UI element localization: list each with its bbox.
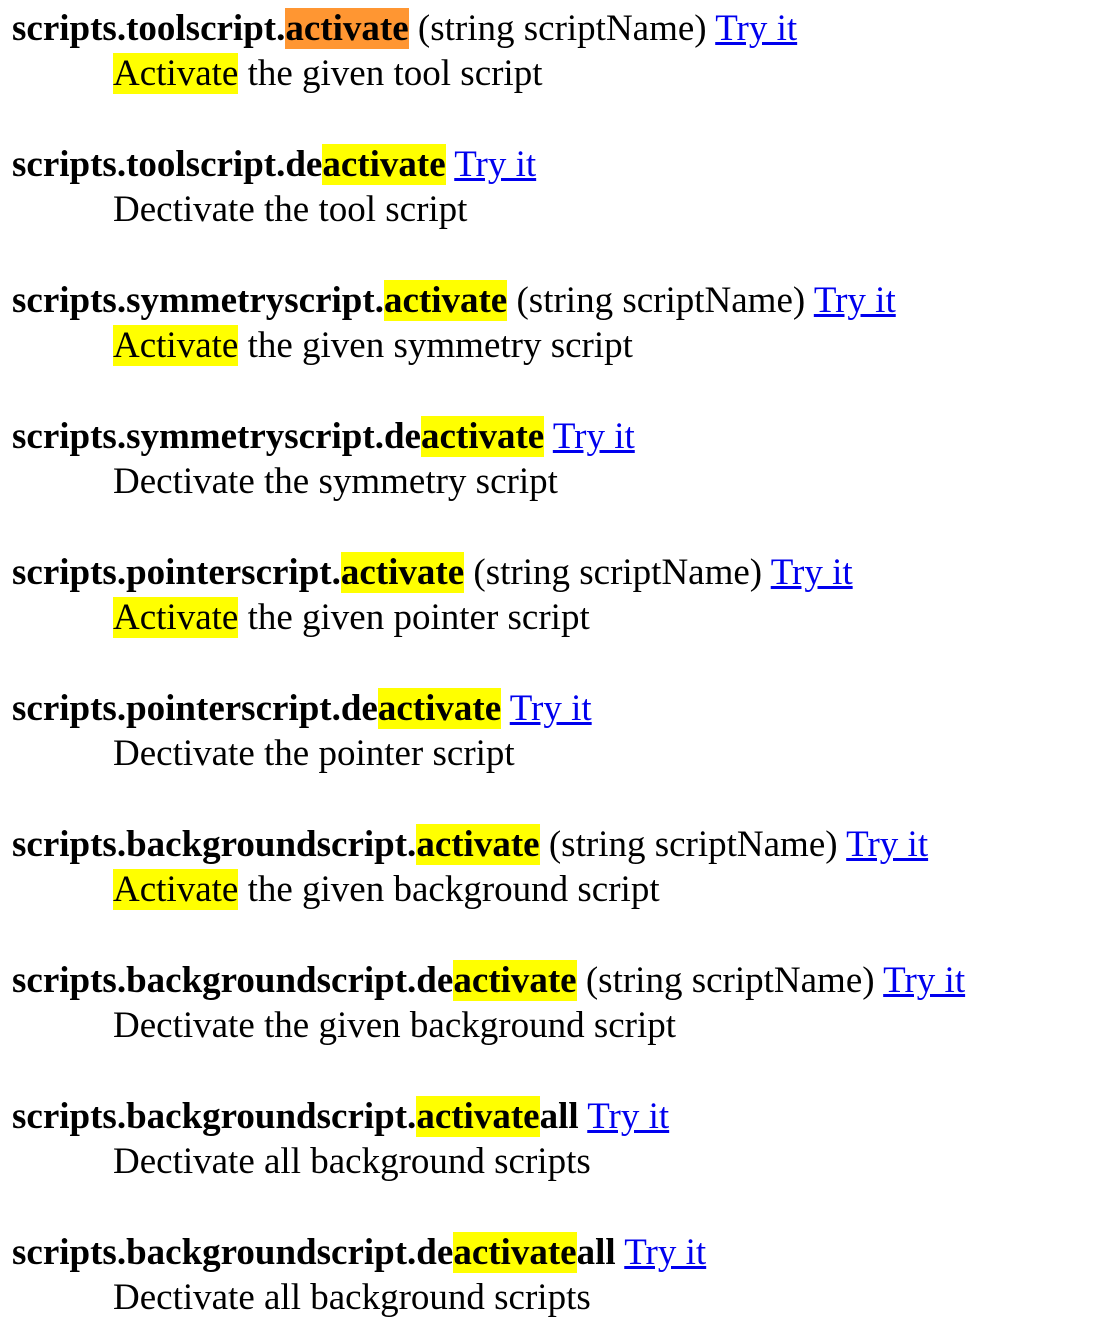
method-name: scripts.symmetryscript.deactivate <box>12 416 545 457</box>
method-description: Dectivate all background scripts <box>113 1139 1103 1184</box>
try-it-link[interactable]: Try it <box>814 280 896 321</box>
method-name-prefix: scripts.backgroundscript. <box>12 1096 417 1137</box>
method-name-prefix: scripts.symmetryscript. <box>12 280 384 321</box>
method-name: scripts.toolscript.activate <box>12 8 409 49</box>
method-name-prefix: scripts.toolscript.de <box>12 144 323 185</box>
search-match-highlight: activate <box>416 1096 540 1137</box>
method-description: Activate the given tool script <box>113 51 1103 96</box>
current-search-match: activate <box>285 8 409 49</box>
try-it-link[interactable]: Try it <box>553 416 635 457</box>
description-text: the given background script <box>238 869 660 910</box>
try-it-link[interactable]: Try it <box>883 960 965 1001</box>
description-text: the given pointer script <box>238 597 590 638</box>
method-heading: scripts.toolscript.deactivate Try it <box>12 142 1103 187</box>
method-name-prefix: scripts.symmetryscript.de <box>12 416 421 457</box>
method-heading: scripts.pointerscript.activate (string s… <box>12 550 1103 595</box>
method-name-prefix: scripts.pointerscript.de <box>12 688 378 729</box>
description-text: the given tool script <box>238 53 543 94</box>
method-name: scripts.backgroundscript.activate <box>12 824 540 865</box>
search-match-highlight: activate <box>453 960 577 1001</box>
method-name: scripts.toolscript.deactivate <box>12 144 446 185</box>
search-match-highlight: Activate <box>113 53 239 94</box>
method-signature: (string scriptName) <box>417 8 707 49</box>
method-name-prefix: scripts.toolscript. <box>12 8 286 49</box>
description-text: the given symmetry script <box>238 325 633 366</box>
search-match-highlight: activate <box>453 1232 577 1273</box>
search-match-highlight: activate <box>420 416 545 457</box>
method-heading: scripts.pointerscript.deactivate Try it <box>12 686 1103 731</box>
method-heading: scripts.backgroundscript.activate (strin… <box>12 822 1103 867</box>
method-heading: scripts.toolscript.activate (string scri… <box>12 6 1103 51</box>
method-heading: scripts.backgroundscript.deactivate (str… <box>12 958 1103 1003</box>
api-method-list: scripts.toolscript.activate (string scri… <box>12 6 1103 1320</box>
method-signature: (string scriptName) <box>473 552 763 593</box>
api-reference-page: scripts.toolscript.activate (string scri… <box>0 0 1103 1320</box>
method-name: scripts.symmetryscript.activate <box>12 280 508 321</box>
method-description: Dectivate all background scripts <box>113 1275 1103 1320</box>
try-it-link[interactable]: Try it <box>771 552 853 593</box>
method-name: scripts.backgroundscript.deactivateall <box>12 1232 616 1273</box>
try-it-link[interactable]: Try it <box>587 1096 669 1137</box>
try-it-link[interactable]: Try it <box>624 1232 706 1273</box>
method-signature: (string scriptName) <box>548 824 838 865</box>
description-text: Dectivate the symmetry script <box>113 461 558 502</box>
description-text: Dectivate the given background script <box>113 1005 677 1046</box>
description-text: Dectivate the tool script <box>113 189 468 230</box>
try-it-link[interactable]: Try it <box>510 688 592 729</box>
method-name-prefix: scripts.backgroundscript.de <box>12 960 454 1001</box>
search-match-highlight: Activate <box>113 325 239 366</box>
search-match-highlight: activate <box>416 824 540 865</box>
method-name: scripts.backgroundscript.deactivate <box>12 960 577 1001</box>
method-description: Dectivate the pointer script <box>113 731 1103 776</box>
search-match-highlight: Activate <box>113 869 239 910</box>
method-description: Activate the given symmetry script <box>113 323 1103 368</box>
method-description: Activate the given pointer script <box>113 595 1103 640</box>
description-text: Dectivate the pointer script <box>113 733 515 774</box>
method-heading: scripts.symmetryscript.deactivate Try it <box>12 414 1103 459</box>
method-signature: (string scriptName) <box>585 960 875 1001</box>
method-name-suffix: all <box>539 1096 579 1137</box>
method-name-prefix: scripts.pointerscript. <box>12 552 341 593</box>
method-heading: scripts.backgroundscript.activateall Try… <box>12 1094 1103 1139</box>
method-name: scripts.pointerscript.activate <box>12 552 465 593</box>
search-match-highlight: activate <box>383 280 508 321</box>
method-heading: scripts.backgroundscript.deactivateall T… <box>12 1230 1103 1275</box>
method-name-prefix: scripts.backgroundscript. <box>12 824 417 865</box>
method-description: Activate the given background script <box>113 867 1103 912</box>
method-name: scripts.backgroundscript.activateall <box>12 1096 579 1137</box>
try-it-link[interactable]: Try it <box>715 8 797 49</box>
search-match-highlight: activate <box>322 144 446 185</box>
method-description: Dectivate the given background script <box>113 1003 1103 1048</box>
description-text: Dectivate all background scripts <box>113 1277 591 1318</box>
method-description: Dectivate the tool script <box>113 187 1103 232</box>
method-name-prefix: scripts.backgroundscript.de <box>12 1232 454 1273</box>
description-text: Dectivate all background scripts <box>113 1141 591 1182</box>
method-heading: scripts.symmetryscript.activate (string … <box>12 278 1103 323</box>
method-signature: (string scriptName) <box>516 280 806 321</box>
search-match-highlight: activate <box>340 552 465 593</box>
method-name: scripts.pointerscript.deactivate <box>12 688 502 729</box>
search-match-highlight: Activate <box>113 597 239 638</box>
method-description: Dectivate the symmetry script <box>113 459 1103 504</box>
search-match-highlight: activate <box>377 688 502 729</box>
try-it-link[interactable]: Try it <box>846 824 928 865</box>
try-it-link[interactable]: Try it <box>454 144 536 185</box>
method-name-suffix: all <box>576 1232 616 1273</box>
